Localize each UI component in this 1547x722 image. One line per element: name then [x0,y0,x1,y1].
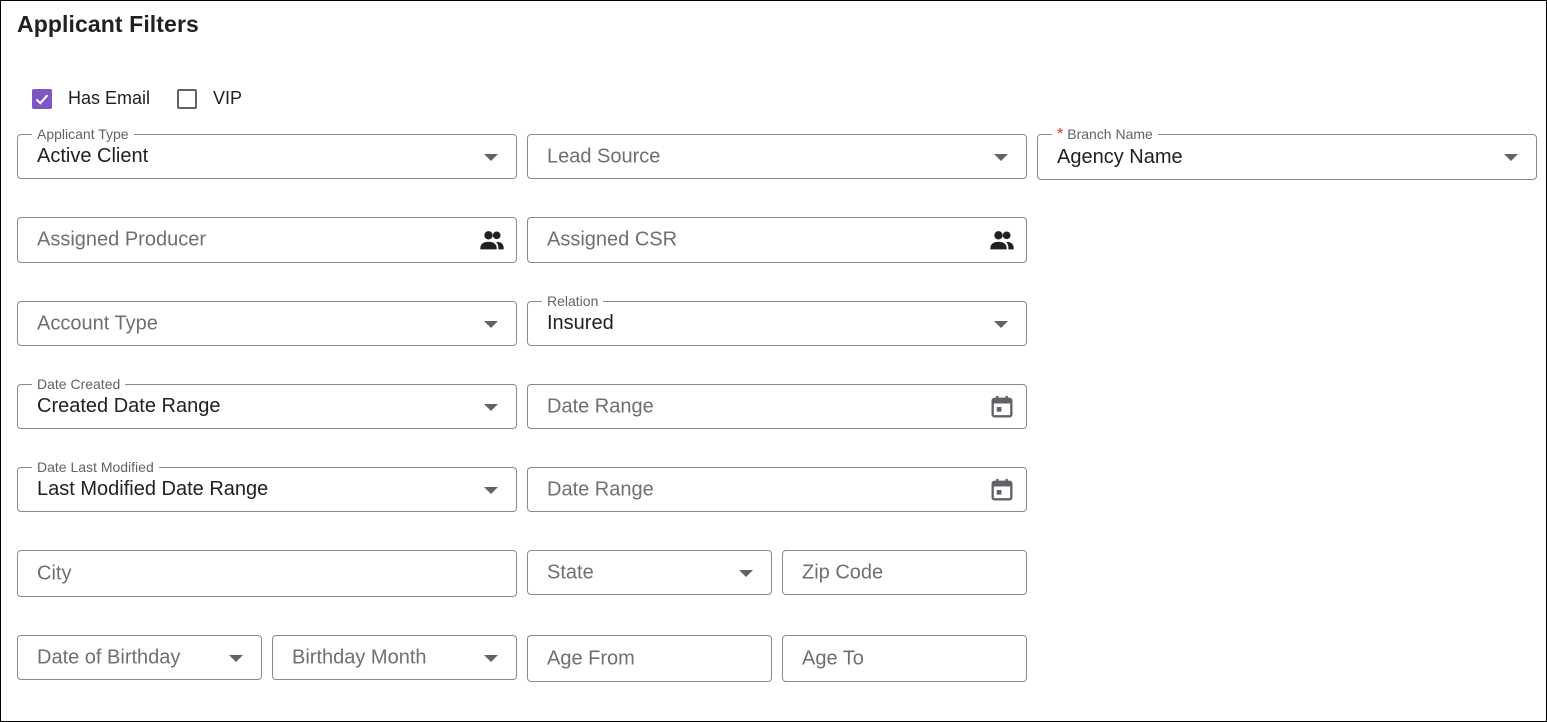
has-email-label: Has Email [68,88,151,108]
assigned-producer-input[interactable]: Assigned Producer [17,217,517,263]
chevron-down-icon [994,320,1008,328]
chevron-down-icon [484,153,498,161]
branch-name-value: Agency Name [1057,146,1183,168]
date-created-range-input[interactable]: Date Range [527,384,1027,429]
city-input[interactable]: City [17,550,517,597]
vip-checkbox-row[interactable]: VIP [177,88,242,109]
required-asterisk: * [1057,126,1064,143]
relation-value: Insured [547,312,614,334]
applicant-type-label: Applicant Type [32,125,134,143]
date-last-modified-label: Date Last Modified [32,458,159,476]
lead-source-placeholder: Lead Source [547,145,661,167]
applicant-filters-panel: Applicant Filters Has Email VIP Applican… [0,0,1547,722]
people-icon[interactable] [988,226,1016,254]
birthday-month-select[interactable]: Birthday Month [272,635,517,680]
date-last-modified-select[interactable]: Date Last Modified Last Modified Date Ra… [17,458,517,512]
date-created-label: Date Created [32,375,126,393]
age-to-placeholder: Age To [802,647,864,669]
zip-code-placeholder: Zip Code [802,561,884,583]
chevron-down-icon [1504,154,1518,161]
calendar-icon[interactable] [988,476,1016,504]
chevron-down-icon [994,153,1008,161]
applicant-type-value: Active Client [37,145,149,167]
chevron-down-icon [484,654,498,662]
birthday-month-placeholder: Birthday Month [292,646,427,668]
account-type-select[interactable]: Account Type [17,301,517,346]
chevron-down-icon [484,486,498,494]
chevron-down-icon [739,569,753,577]
has-email-checkbox-row[interactable]: Has Email [32,88,150,109]
date-last-modified-value: Last Modified Date Range [37,478,269,500]
vip-label: VIP [213,88,243,108]
calendar-icon[interactable] [988,393,1016,421]
has-email-checkbox[interactable] [32,88,52,109]
branch-name-label: * Branch Name [1052,125,1158,144]
chevron-down-icon [229,654,243,662]
vip-checkbox[interactable] [177,88,197,109]
age-from-input[interactable]: Age From [527,635,772,682]
assigned-csr-placeholder: Assigned CSR [547,228,678,251]
date-created-range-placeholder: Date Range [547,395,654,417]
date-created-value: Created Date Range [37,395,221,417]
state-select[interactable]: State [527,550,772,595]
branch-name-select[interactable]: * Branch Name Agency Name [1037,125,1537,180]
relation-select[interactable]: Relation Insured [527,292,1027,346]
applicant-type-select[interactable]: Applicant Type Active Client [17,125,517,179]
chevron-down-icon [484,320,498,328]
people-icon[interactable] [478,226,506,254]
age-to-input[interactable]: Age To [782,635,1027,682]
date-last-modified-range-placeholder: Date Range [547,478,654,500]
age-from-placeholder: Age From [547,647,635,669]
date-of-birthday-select[interactable]: Date of Birthday [17,635,262,680]
branch-name-label-text: Branch Name [1067,126,1153,142]
chevron-down-icon [484,403,498,411]
relation-label: Relation [542,292,604,310]
zip-code-input[interactable]: Zip Code [782,550,1027,595]
page-title: Applicant Filters [17,11,199,37]
assigned-producer-placeholder: Assigned Producer [37,228,206,251]
city-placeholder: City [37,562,72,584]
date-last-modified-range-input[interactable]: Date Range [527,467,1027,512]
date-of-birthday-placeholder: Date of Birthday [37,646,181,668]
state-placeholder: State [547,561,594,583]
account-type-placeholder: Account Type [37,312,158,334]
lead-source-select[interactable]: Lead Source [527,134,1027,179]
assigned-csr-input[interactable]: Assigned CSR [527,217,1027,263]
date-created-select[interactable]: Date Created Created Date Range [17,375,517,429]
checkmark-icon [35,94,49,105]
